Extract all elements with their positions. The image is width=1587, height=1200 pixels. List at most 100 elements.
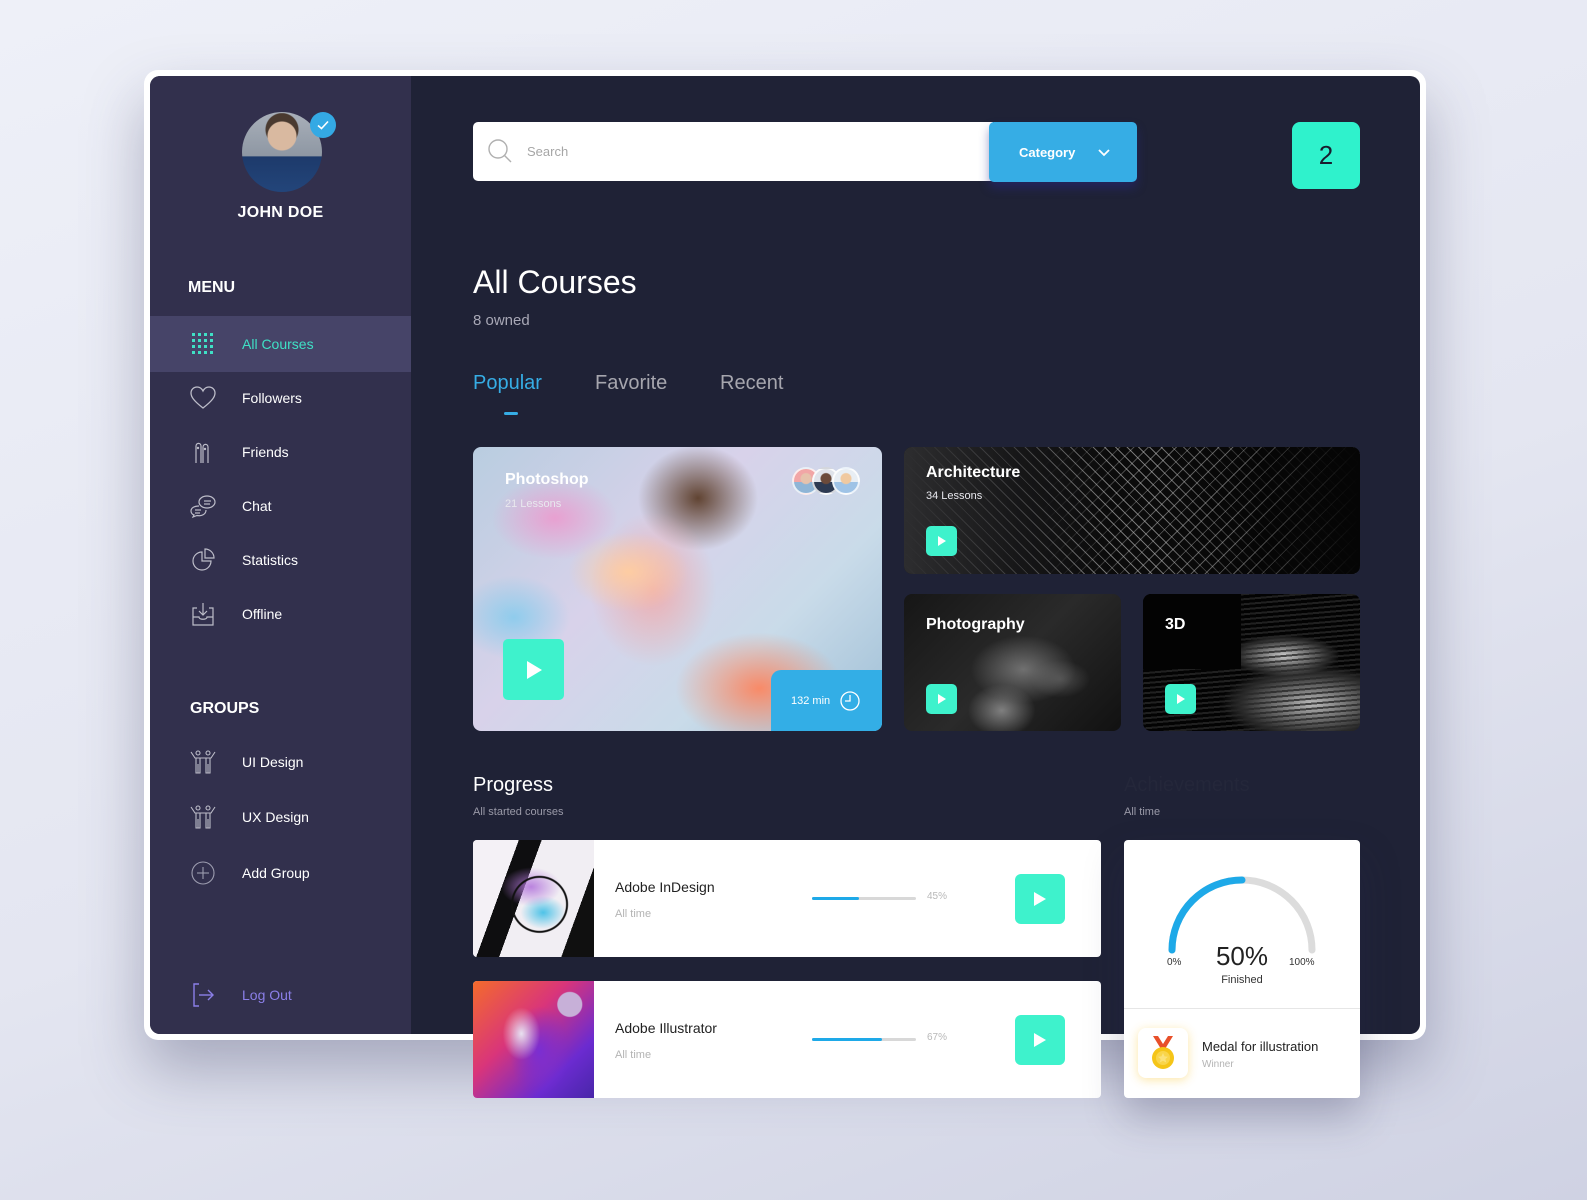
course-name: Adobe InDesign xyxy=(615,879,715,895)
owned-count: 8 owned xyxy=(473,312,530,329)
play-icon xyxy=(937,536,946,546)
group-people-icon xyxy=(190,749,216,775)
download-tray-icon xyxy=(190,601,216,627)
search-input[interactable] xyxy=(527,122,967,181)
clock-icon xyxy=(840,691,860,714)
logout-icon xyxy=(190,982,216,1008)
sidebar-item-followers[interactable]: Followers xyxy=(150,370,411,426)
course-period: All time xyxy=(615,1049,652,1061)
medal-title: Medal for illustration xyxy=(1202,1039,1319,1054)
sidebar: JOHN DOE MENU All Courses Followers Frie… xyxy=(150,76,411,1034)
progress-subtitle: All started courses xyxy=(473,806,564,818)
active-tab-indicator xyxy=(504,412,518,415)
sidebar-item-offline[interactable]: Offline xyxy=(150,586,411,642)
play-button[interactable] xyxy=(926,684,957,714)
menu-heading: MENU xyxy=(188,279,236,296)
category-dropdown[interactable]: Category xyxy=(989,122,1137,182)
logout-button[interactable]: Log Out xyxy=(150,967,411,1023)
notification-badge[interactable]: 2 xyxy=(1292,122,1360,189)
sidebar-item-all-courses[interactable]: All Courses xyxy=(150,316,411,372)
play-button[interactable] xyxy=(1165,684,1196,714)
category-label: Category xyxy=(1019,144,1076,160)
gauge-value: 50% xyxy=(1215,941,1269,971)
friends-icon xyxy=(190,439,216,465)
course-thumbnail xyxy=(473,840,594,957)
play-icon xyxy=(1176,694,1185,704)
app-window: JOHN DOE MENU All Courses Followers Frie… xyxy=(144,70,1426,1098)
grid-icon xyxy=(190,331,216,357)
resume-button[interactable] xyxy=(1015,1015,1065,1065)
gauge-caption: Finished xyxy=(1221,974,1263,986)
gauge-fill xyxy=(1168,876,1246,954)
progress-percent: 45% xyxy=(927,891,948,902)
page-title: All Courses xyxy=(473,264,637,300)
course-period: All time xyxy=(615,908,652,920)
medal-subtitle: Winner xyxy=(1202,1059,1234,1070)
sidebar-item-ux-design[interactable]: UX Design xyxy=(150,789,411,845)
sidebar-item-label: UX Design xyxy=(242,809,309,825)
tab-recent[interactable]: Recent xyxy=(720,372,783,395)
sidebar-item-label: Offline xyxy=(242,606,283,622)
play-icon xyxy=(526,660,542,679)
duration-badge: 132 min xyxy=(771,670,882,731)
user-name: JOHN DOE xyxy=(237,204,324,221)
achievements-heading: Achievements xyxy=(1124,774,1250,796)
search-icon xyxy=(487,138,513,169)
avatar xyxy=(832,467,860,495)
play-button[interactable] xyxy=(926,526,957,556)
sidebar-item-label: Add Group xyxy=(242,865,310,881)
add-group-button[interactable]: Add Group xyxy=(150,845,411,901)
play-icon xyxy=(937,694,946,704)
course-card-photoshop[interactable]: Photoshop 21 Lessons 132 min xyxy=(473,447,882,731)
course-title: Photography xyxy=(926,616,1025,633)
progress-bar-fill xyxy=(812,897,859,900)
tab-popular[interactable]: Popular xyxy=(473,372,542,395)
progress-bar xyxy=(812,1038,916,1041)
group-people-icon xyxy=(190,804,216,830)
duration-text: 132 min xyxy=(791,694,831,707)
sidebar-item-chat[interactable]: Chat xyxy=(150,478,411,534)
sidebar-item-friends[interactable]: Friends xyxy=(150,424,411,480)
groups-heading: GROUPS xyxy=(190,700,260,717)
sidebar-item-label: All Courses xyxy=(242,336,314,352)
user-profile[interactable] xyxy=(242,112,336,194)
progress-row-indesign[interactable]: Adobe InDesign All time 45% xyxy=(473,840,1101,957)
play-icon xyxy=(1034,892,1046,906)
course-title: 3D xyxy=(1165,616,1186,633)
progress-bar-fill xyxy=(812,1038,882,1041)
logout-label: Log Out xyxy=(242,987,292,1003)
play-button[interactable] xyxy=(503,639,564,700)
sidebar-item-label: Friends xyxy=(242,444,289,460)
gauge-track xyxy=(1168,876,1316,954)
progress-row-illustrator[interactable]: Adobe Illustrator All time 67% xyxy=(473,981,1101,1098)
sidebar-item-label: Statistics xyxy=(242,552,299,568)
course-lessons: 34 Lessons xyxy=(926,490,983,502)
chat-icon xyxy=(190,493,216,519)
progress-bar xyxy=(812,897,916,900)
app-shell: JOHN DOE MENU All Courses Followers Frie… xyxy=(150,76,1420,1098)
progress-heading: Progress xyxy=(473,774,554,796)
search-bar[interactable] xyxy=(473,122,993,181)
course-name: Adobe Illustrator xyxy=(615,1020,717,1036)
course-card-3d[interactable]: 3D xyxy=(1143,594,1360,731)
play-icon xyxy=(1034,1033,1046,1047)
course-lessons: 21 Lessons xyxy=(505,498,562,510)
divider xyxy=(1124,1008,1360,1009)
course-card-photography[interactable]: Photography xyxy=(904,594,1121,731)
sidebar-item-ui-design[interactable]: UI Design xyxy=(150,734,411,790)
verified-check-icon xyxy=(310,112,336,138)
enrolled-avatars xyxy=(792,467,860,495)
course-title: Photoshop xyxy=(505,471,589,488)
pie-chart-icon xyxy=(190,547,216,573)
tab-favorite[interactable]: Favorite xyxy=(595,372,667,395)
sidebar-item-label: Followers xyxy=(242,390,302,406)
course-card-architecture[interactable]: Architecture 34 Lessons xyxy=(904,447,1360,574)
course-title: Architecture xyxy=(926,464,1021,481)
resume-button[interactable] xyxy=(1015,874,1065,924)
sidebar-item-label: UI Design xyxy=(242,754,304,770)
sidebar-item-statistics[interactable]: Statistics xyxy=(150,532,411,588)
plus-circle-icon xyxy=(190,860,216,886)
chevron-down-icon xyxy=(1097,146,1111,161)
course-thumbnail xyxy=(473,981,594,1098)
progress-percent: 67% xyxy=(927,1032,948,1043)
